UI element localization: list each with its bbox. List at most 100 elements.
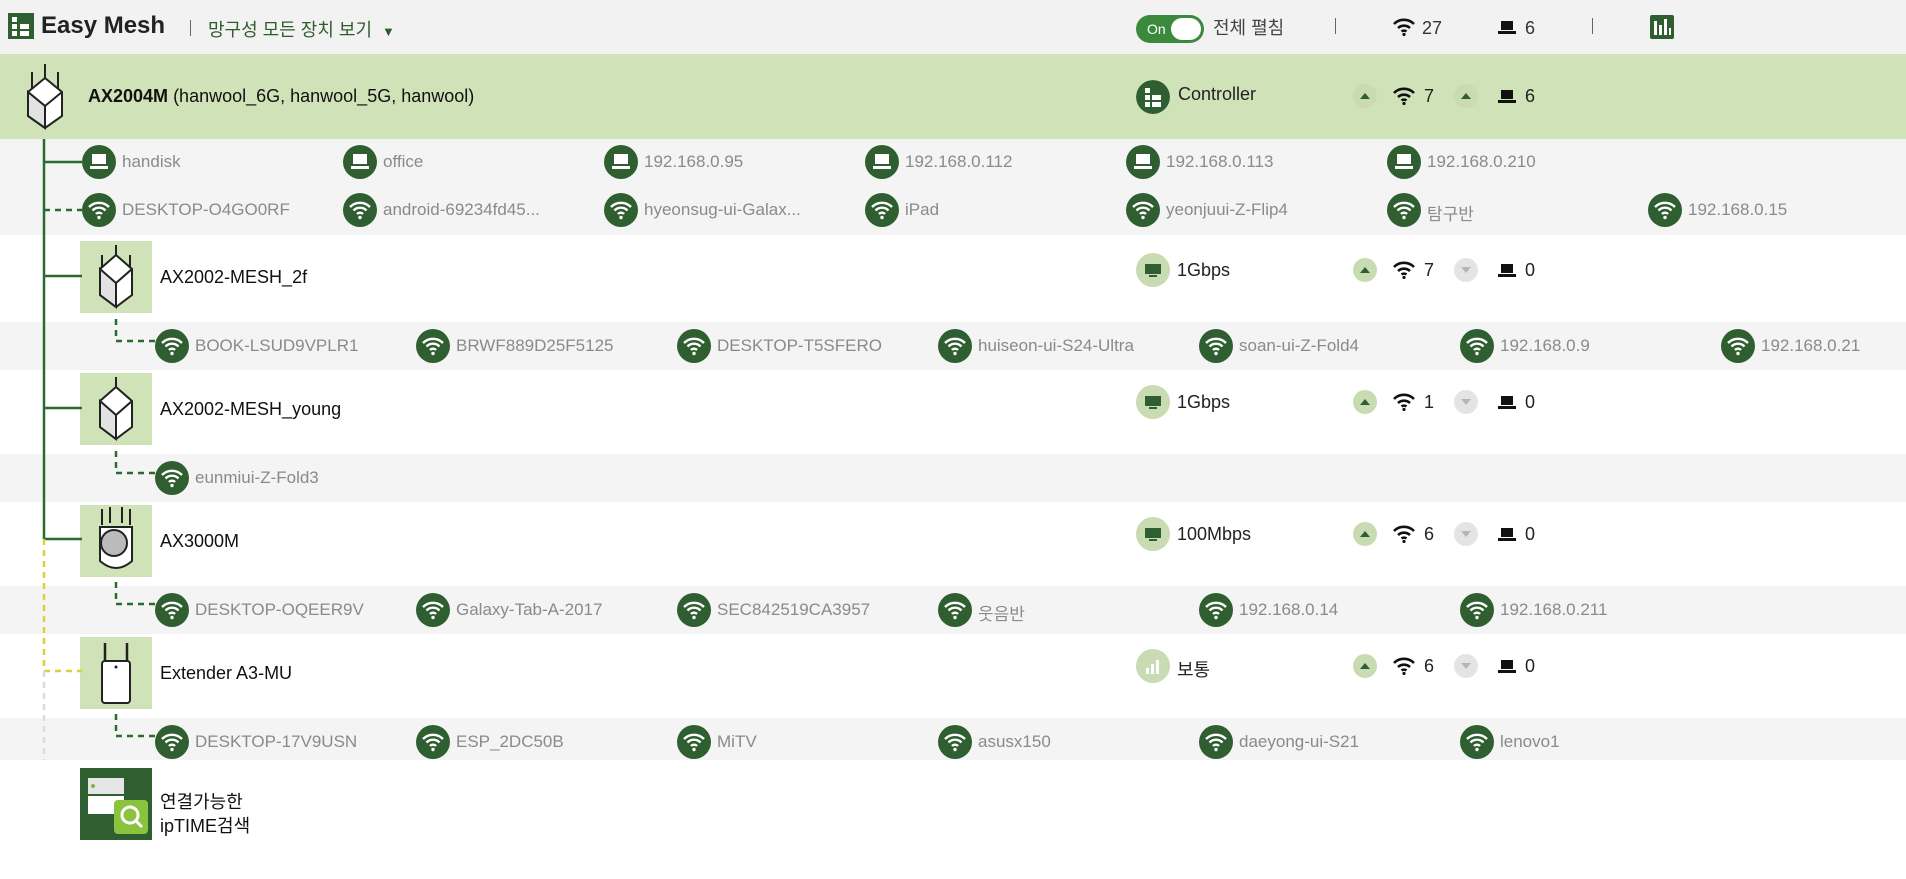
client-name: 192.168.0.21 — [1761, 336, 1861, 355]
wifi-client-icon — [677, 725, 711, 764]
search-label-line2: ipTIME검색 — [160, 816, 251, 836]
wired-link-icon — [1136, 253, 1170, 292]
client-name: eunmiui-Z-Fold3 — [195, 468, 319, 487]
agent-row[interactable]: Extender A3-MU 보통 6 0 — [0, 636, 1906, 718]
wifi-icon — [1392, 261, 1416, 284]
agent-wired-count: 0 — [1525, 656, 1536, 676]
client-name: ESP_2DC50B — [456, 732, 564, 751]
signal-strength-icon — [1136, 649, 1170, 688]
wifi-client-icon — [343, 193, 377, 232]
wifi-client-icon — [865, 193, 899, 232]
controller-row[interactable]: AX2004M (hanwool_6G, hanwool_5G, hanwool… — [0, 54, 1906, 139]
wired-device-icon — [1498, 659, 1516, 680]
agent-wifi-count: 6 — [1424, 524, 1435, 544]
client-name: BRWF889D25F5125 — [456, 336, 614, 355]
wifi-client-icon — [1199, 593, 1233, 632]
view-select[interactable]: 망구성 모든 장치 보기 ▼ — [208, 16, 395, 42]
wired-client-icon — [1126, 145, 1160, 184]
client-name: 192.168.0.14 — [1239, 600, 1339, 619]
client-name: Galaxy-Tab-A-2017 — [456, 600, 603, 619]
topology-tree-lines — [42, 139, 156, 804]
router-icon — [27, 64, 63, 130]
toggle-knob — [1171, 18, 1201, 40]
controller-role: Controller — [1178, 84, 1257, 104]
client-name: SEC842519CA3957 — [717, 600, 871, 619]
chevron-down-icon: ▼ — [382, 24, 395, 39]
wifi-expand-up-icon[interactable] — [1353, 84, 1377, 108]
wired-expand-down-icon[interactable] — [1454, 522, 1478, 546]
link-speed: 100Mbps — [1177, 524, 1252, 544]
wifi-client-icon — [1460, 593, 1494, 632]
wired-expand-down-icon[interactable] — [1454, 654, 1478, 678]
search-devices-icon[interactable] — [80, 768, 152, 840]
toggle-label: On — [1147, 21, 1166, 37]
client-name: office — [383, 152, 424, 171]
controller-ssids: (hanwool_6G, hanwool_5G, hanwool) — [173, 86, 475, 106]
wired-client-icon — [865, 145, 899, 184]
client-name: android-69234fd45... — [383, 200, 540, 219]
agent-name: AX2002-MESH_2f — [160, 267, 308, 287]
wired-expand-up-icon[interactable] — [1454, 84, 1478, 108]
wifi-client-icon — [155, 593, 189, 632]
wifi-expand-up-icon[interactable] — [1353, 654, 1377, 678]
app-title: Easy Mesh — [41, 12, 166, 39]
wifi-client-icon — [155, 725, 189, 764]
link-speed: 1Gbps — [1177, 392, 1231, 412]
agent-name: Extender A3-MU — [160, 663, 293, 683]
wifi-client-icon — [1387, 193, 1421, 232]
client-name: 192.168.0.113 — [1166, 152, 1274, 171]
search-label-line1: 연결가능한 — [160, 792, 243, 812]
client-name: 192.168.0.211 — [1500, 600, 1608, 619]
agent-name: AX3000M — [160, 531, 240, 551]
agent-name: AX2002-MESH_young — [160, 399, 342, 419]
client-name: huiseon-ui-S24-Ultra — [978, 336, 1134, 355]
wired-client-icon — [1387, 145, 1421, 184]
wifi-client-icon — [155, 329, 189, 368]
expand-toggle[interactable]: On — [1136, 15, 1204, 43]
agent-row[interactable]: AX3000M 100Mbps 6 0 — [0, 504, 1906, 586]
wifi-icon — [1393, 87, 1415, 105]
client-name: 192.168.0.210 — [1427, 152, 1536, 171]
client-name: hyeonsug-ui-Galax... — [644, 200, 801, 219]
agent-wifi-count: 6 — [1424, 656, 1435, 676]
wired-total-count: 6 — [1525, 18, 1536, 38]
client-name: daeyong-ui-S21 — [1239, 732, 1360, 751]
wifi-client-icon — [416, 725, 450, 764]
wired-device-icon — [1498, 395, 1516, 416]
client-name: 192.168.0.95 — [644, 152, 744, 171]
wifi-client-icon — [1199, 725, 1233, 764]
agent-wifi-count: 1 — [1424, 392, 1435, 412]
statistics-chart-icon[interactable] — [1650, 15, 1674, 39]
controller-model: AX2004M — [88, 86, 169, 106]
top-bar: Easy Mesh 망구성 모든 장치 보기 ▼ On 전체 펼침 27 6 — [0, 0, 1906, 54]
wired-client-icon — [343, 145, 377, 184]
client-name: lenovo1 — [1500, 732, 1560, 751]
client-name: DESKTOP-17V9USN — [195, 732, 358, 751]
wifi-icon — [1392, 525, 1416, 548]
wired-expand-down-icon[interactable] — [1454, 390, 1478, 414]
agent-row[interactable]: AX2002-MESH_2f 1Gbps 7 0 — [0, 240, 1906, 322]
agent-wired-count: 0 — [1525, 524, 1536, 544]
client-name: MiTV — [717, 732, 757, 751]
wifi-client-icon — [1126, 193, 1160, 232]
client-name: DESKTOP-T5SFERO — [717, 336, 882, 355]
wifi-client-icon — [416, 593, 450, 632]
client-name: DESKTOP-OQEER9V — [195, 600, 364, 619]
client-name: 탐구반 — [1427, 205, 1474, 224]
wifi-client-icon — [938, 725, 972, 764]
wifi-expand-up-icon[interactable] — [1353, 258, 1377, 282]
divider — [190, 20, 191, 36]
view-select-label: 망구성 모든 장치 보기 — [208, 20, 373, 40]
client-name: 192.168.0.9 — [1500, 336, 1590, 355]
link-speed: 보통 — [1177, 660, 1211, 680]
wired-expand-down-icon[interactable] — [1454, 258, 1478, 282]
wired-device-icon — [1498, 21, 1516, 34]
search-row[interactable]: 연결가능한 ipTIME검색 — [0, 760, 1906, 840]
wired-link-icon — [1136, 385, 1170, 424]
client-name: 192.168.0.112 — [905, 152, 1013, 171]
wifi-client-icon — [1460, 725, 1494, 764]
wifi-expand-up-icon[interactable] — [1353, 522, 1377, 546]
agent-row[interactable]: AX2002-MESH_young 1Gbps 1 0 — [0, 372, 1906, 454]
wifi-expand-up-icon[interactable] — [1353, 390, 1377, 414]
search-label[interactable]: 연결가능한 ipTIME검색 — [160, 790, 250, 838]
